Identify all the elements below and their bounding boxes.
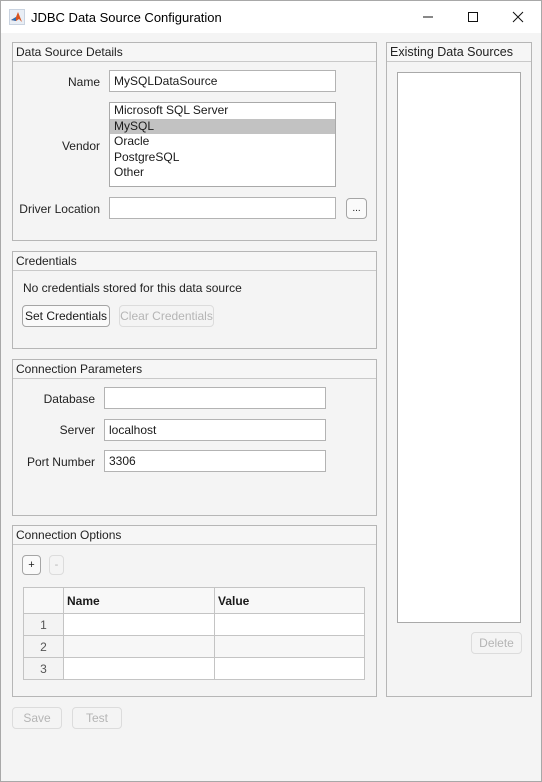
test-button[interactable]: Test bbox=[72, 707, 122, 729]
row-index: 1 bbox=[23, 613, 64, 636]
maximize-button[interactable] bbox=[450, 1, 496, 33]
matlab-icon bbox=[9, 9, 25, 25]
existing-data-sources-panel: Existing Data Sources Delete bbox=[386, 42, 532, 697]
clear-credentials-button[interactable]: Clear Credentials bbox=[119, 305, 214, 327]
window-title: JDBC Data Source Configuration bbox=[31, 10, 222, 25]
row-header-corner bbox=[23, 587, 64, 614]
browse-button[interactable]: ... bbox=[346, 198, 367, 219]
row-index: 2 bbox=[23, 635, 64, 658]
vendor-option-selected[interactable]: MySQL bbox=[110, 118, 335, 135]
option-value-cell[interactable] bbox=[214, 657, 365, 680]
save-button[interactable]: Save bbox=[12, 707, 62, 729]
credentials-status-text: No credentials stored for this data sour… bbox=[23, 281, 242, 295]
options-table[interactable]: Name Value 1 2 3 bbox=[23, 587, 365, 680]
server-label: Server bbox=[59, 423, 95, 437]
table-row[interactable]: 3 bbox=[23, 657, 365, 680]
panel-title: Data Source Details bbox=[13, 43, 376, 62]
data-source-details-panel: Data Source Details Name MySQLDataSource… bbox=[12, 42, 377, 241]
credentials-panel: Credentials No credentials stored for th… bbox=[12, 251, 377, 349]
title-bar: JDBC Data Source Configuration bbox=[1, 1, 541, 33]
port-number-label: Port Number bbox=[26, 455, 95, 469]
name-label: Name bbox=[67, 75, 100, 89]
row-index: 3 bbox=[23, 657, 64, 680]
driver-location-input[interactable] bbox=[109, 197, 336, 219]
close-icon bbox=[512, 11, 524, 23]
column-header-name[interactable]: Name bbox=[63, 587, 215, 614]
database-label: Database bbox=[43, 392, 95, 406]
database-input[interactable] bbox=[104, 387, 326, 409]
minimize-icon bbox=[423, 16, 433, 18]
vendor-listbox[interactable]: Microsoft SQL Server MySQL Oracle Postgr… bbox=[109, 102, 336, 187]
close-button[interactable] bbox=[495, 1, 541, 33]
option-value-cell[interactable] bbox=[214, 635, 365, 658]
remove-option-button[interactable]: - bbox=[49, 555, 64, 575]
add-option-button[interactable]: + bbox=[22, 555, 41, 575]
existing-data-sources-list[interactable] bbox=[397, 72, 521, 623]
name-input[interactable]: MySQLDataSource bbox=[109, 70, 336, 92]
vendor-option[interactable]: Oracle bbox=[110, 134, 335, 150]
panel-title: Connection Options bbox=[13, 526, 376, 545]
port-number-input[interactable]: 3306 bbox=[104, 450, 326, 472]
column-header-value[interactable]: Value bbox=[214, 587, 365, 614]
table-row[interactable]: 1 bbox=[23, 613, 365, 636]
app-window: JDBC Data Source Configuration Data Sour… bbox=[0, 0, 542, 782]
table-row[interactable]: 2 bbox=[23, 635, 365, 658]
connection-parameters-panel: Connection Parameters Database Server lo… bbox=[12, 359, 377, 516]
option-value-cell[interactable] bbox=[214, 613, 365, 636]
maximize-icon bbox=[468, 12, 478, 22]
vendor-option[interactable]: Microsoft SQL Server bbox=[110, 103, 335, 119]
connection-options-panel: Connection Options + - Name Value 1 2 3 bbox=[12, 525, 377, 697]
panel-title: Credentials bbox=[13, 252, 376, 271]
table-header-row: Name Value bbox=[23, 587, 365, 614]
delete-button[interactable]: Delete bbox=[471, 632, 522, 654]
minimize-button[interactable] bbox=[405, 1, 451, 33]
option-name-cell[interactable] bbox=[63, 657, 215, 680]
panel-title: Connection Parameters bbox=[13, 360, 376, 379]
panel-title: Existing Data Sources bbox=[387, 43, 531, 62]
set-credentials-button[interactable]: Set Credentials bbox=[22, 305, 110, 327]
vendor-label: Vendor bbox=[61, 139, 100, 153]
driver-location-label: Driver Location bbox=[19, 202, 100, 216]
vendor-option[interactable]: Other bbox=[110, 165, 335, 181]
vendor-option[interactable]: PostgreSQL bbox=[110, 150, 335, 166]
server-input[interactable]: localhost bbox=[104, 419, 326, 441]
option-name-cell[interactable] bbox=[63, 613, 215, 636]
option-name-cell[interactable] bbox=[63, 635, 215, 658]
